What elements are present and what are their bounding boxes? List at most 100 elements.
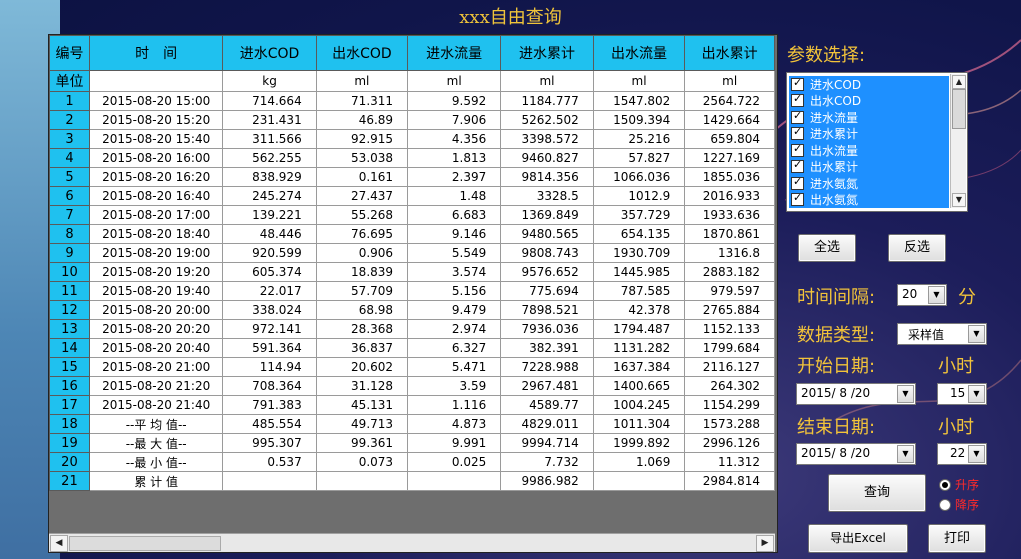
table-cell[interactable]: 2015-08-20 16:40 xyxy=(88,186,224,206)
table-cell[interactable]: 1999.892 xyxy=(592,433,686,453)
checkbox-checked-icon[interactable] xyxy=(791,142,804,157)
table-cell[interactable] xyxy=(88,70,224,92)
table-cell[interactable]: 562.255 xyxy=(222,148,317,168)
column-header[interactable]: 进水COD xyxy=(222,35,317,71)
table-cell[interactable]: 2015-08-20 21:20 xyxy=(88,376,224,396)
table-cell[interactable]: 9994.714 xyxy=(500,433,594,453)
table-cell[interactable]: 2996.126 xyxy=(684,433,775,453)
table-cell[interactable]: 1794.487 xyxy=(592,319,686,339)
table-row[interactable]: 10 2015-08-20 19:20 605.374 18.839 3.574 9576… xyxy=(49,262,775,282)
table-cell[interactable]: 2015-08-20 21:40 xyxy=(88,395,224,415)
table-row[interactable]: 11 2015-08-20 19:40 22.017 57.709 5.156 775.6… xyxy=(49,281,775,301)
table-cell[interactable]: 654.135 xyxy=(592,224,686,244)
table-cell[interactable]: 1445.985 xyxy=(592,262,686,282)
column-header[interactable]: 进水流量 xyxy=(407,35,502,71)
table-cell[interactable]: 9480.565 xyxy=(500,224,594,244)
row-index-cell[interactable]: 17 xyxy=(49,395,90,415)
table-cell[interactable]: 0.161 xyxy=(315,167,409,187)
table-cell[interactable]: 3.574 xyxy=(407,262,502,282)
table-cell[interactable]: 311.566 xyxy=(222,129,317,149)
table-cell[interactable]: 4589.77 xyxy=(500,395,594,415)
table-row[interactable]: 14 2015-08-20 20:40 591.364 36.837 6.327 382.… xyxy=(49,338,775,358)
params-scrollbar[interactable]: ▲ ▼ xyxy=(950,74,966,208)
checkbox-checked-icon[interactable] xyxy=(791,175,804,190)
table-cell[interactable]: 2016.933 xyxy=(684,186,775,206)
table-cell[interactable]: 71.311 xyxy=(315,91,409,111)
row-index-cell[interactable]: 2 xyxy=(49,110,90,130)
table-cell[interactable]: ml xyxy=(684,70,775,92)
table-row[interactable]: 19 --最 大 值-- 995.307 99.361 9.991 9994.714 199… xyxy=(49,433,775,453)
table-cell[interactable]: 6.683 xyxy=(407,205,502,225)
table-row[interactable]: 16 2015-08-20 21:20 708.364 31.128 3.59 2967.… xyxy=(49,376,775,396)
row-index-cell[interactable]: 10 xyxy=(49,262,90,282)
table-cell[interactable]: 2967.481 xyxy=(500,376,594,396)
param-item[interactable]: 出水流量 xyxy=(789,142,949,159)
end-date-picker[interactable]: 2015/ 8 /20 ▼ xyxy=(796,443,916,465)
table-cell[interactable]: 920.599 xyxy=(222,243,317,263)
table-cell[interactable]: 114.94 xyxy=(222,357,317,377)
table-cell[interactable]: 2015-08-20 19:20 xyxy=(88,262,224,282)
table-cell[interactable]: 累 计 值 xyxy=(88,471,224,491)
table-cell[interactable]: 0.537 xyxy=(222,452,317,472)
table-cell[interactable]: 2015-08-20 21:00 xyxy=(88,357,224,377)
table-cell[interactable]: 485.554 xyxy=(222,414,317,434)
table-cell[interactable]: 2984.814 xyxy=(684,471,775,491)
data-grid[interactable]: 编号时 间进水COD 出水COD 进水流量 进水累计 出水流量 出水累计 单位 kg ml ml… xyxy=(48,34,778,553)
table-cell[interactable]: 45.131 xyxy=(315,395,409,415)
table-cell[interactable]: 972.141 xyxy=(222,319,317,339)
table-cell[interactable]: 46.89 xyxy=(315,110,409,130)
table-cell[interactable]: 18.839 xyxy=(315,262,409,282)
row-index-cell[interactable]: 15 xyxy=(49,357,90,377)
table-cell[interactable]: 714.664 xyxy=(222,91,317,111)
table-cell[interactable]: 382.391 xyxy=(500,338,594,358)
table-cell[interactable] xyxy=(315,471,409,491)
row-index-cell[interactable]: 13 xyxy=(49,319,90,339)
column-header[interactable]: 编号 xyxy=(49,35,90,71)
table-cell[interactable]: 787.585 xyxy=(592,281,686,301)
row-index-cell[interactable]: 11 xyxy=(49,281,90,301)
table-cell[interactable]: 1.813 xyxy=(407,148,502,168)
table-cell[interactable]: 5262.502 xyxy=(500,110,594,130)
table-cell[interactable]: 1012.9 xyxy=(592,186,686,206)
table-cell[interactable]: 2015-08-20 20:40 xyxy=(88,338,224,358)
table-cell[interactable]: kg xyxy=(222,70,317,92)
table-cell[interactable]: 6.327 xyxy=(407,338,502,358)
table-cell[interactable]: 2015-08-20 20:00 xyxy=(88,300,224,320)
table-cell[interactable]: 57.709 xyxy=(315,281,409,301)
table-cell[interactable]: 231.431 xyxy=(222,110,317,130)
scroll-down-icon[interactable]: ▼ xyxy=(952,193,966,207)
table-cell[interactable]: 9.479 xyxy=(407,300,502,320)
table-cell[interactable]: 1011.304 xyxy=(592,414,686,434)
table-cell[interactable]: ml xyxy=(315,70,409,92)
table-cell[interactable]: ml xyxy=(407,70,502,92)
table-cell[interactable]: 5.549 xyxy=(407,243,502,263)
table-cell[interactable]: 9.991 xyxy=(407,433,502,453)
row-index-cell[interactable]: 1 xyxy=(49,91,90,111)
table-cell[interactable]: 2015-08-20 18:40 xyxy=(88,224,224,244)
table-cell[interactable]: 2015-08-20 15:20 xyxy=(88,110,224,130)
param-item[interactable]: 出水累计 xyxy=(789,158,949,175)
table-cell[interactable]: 357.729 xyxy=(592,205,686,225)
table-cell[interactable]: 7228.988 xyxy=(500,357,594,377)
table-cell[interactable]: 1369.849 xyxy=(500,205,594,225)
checkbox-checked-icon[interactable] xyxy=(791,92,804,108)
table-row[interactable]: 3 2015-08-20 15:40 311.566 92.915 4.356 3398.… xyxy=(49,129,775,149)
table-cell[interactable]: 7.732 xyxy=(500,452,594,472)
table-cell[interactable]: 4829.011 xyxy=(500,414,594,434)
table-cell[interactable]: 4.356 xyxy=(407,129,502,149)
table-cell[interactable]: 7898.521 xyxy=(500,300,594,320)
table-cell[interactable]: ml xyxy=(592,70,686,92)
data-type-select[interactable]: 采样值 ▼ xyxy=(897,323,987,345)
table-cell[interactable]: 245.274 xyxy=(222,186,317,206)
scroll-up-icon[interactable]: ▲ xyxy=(952,75,966,89)
table-cell[interactable]: 659.804 xyxy=(684,129,775,149)
params-listbox[interactable]: 进水COD 出水COD进水流量进水累计出水流量出水累计进水氨氮出水氨氮 ▲ ▼ xyxy=(786,72,968,212)
table-cell[interactable]: 48.446 xyxy=(222,224,317,244)
table-cell[interactable]: 0.025 xyxy=(407,452,502,472)
table-row[interactable]: 13 2015-08-20 20:20 972.141 28.368 2.974 7936… xyxy=(49,319,775,339)
table-cell[interactable]: --平 均 值-- xyxy=(88,414,224,434)
table-cell[interactable]: 708.364 xyxy=(222,376,317,396)
table-cell[interactable]: 1184.777 xyxy=(500,91,594,111)
table-cell[interactable]: 591.364 xyxy=(222,338,317,358)
table-cell[interactable]: 55.268 xyxy=(315,205,409,225)
